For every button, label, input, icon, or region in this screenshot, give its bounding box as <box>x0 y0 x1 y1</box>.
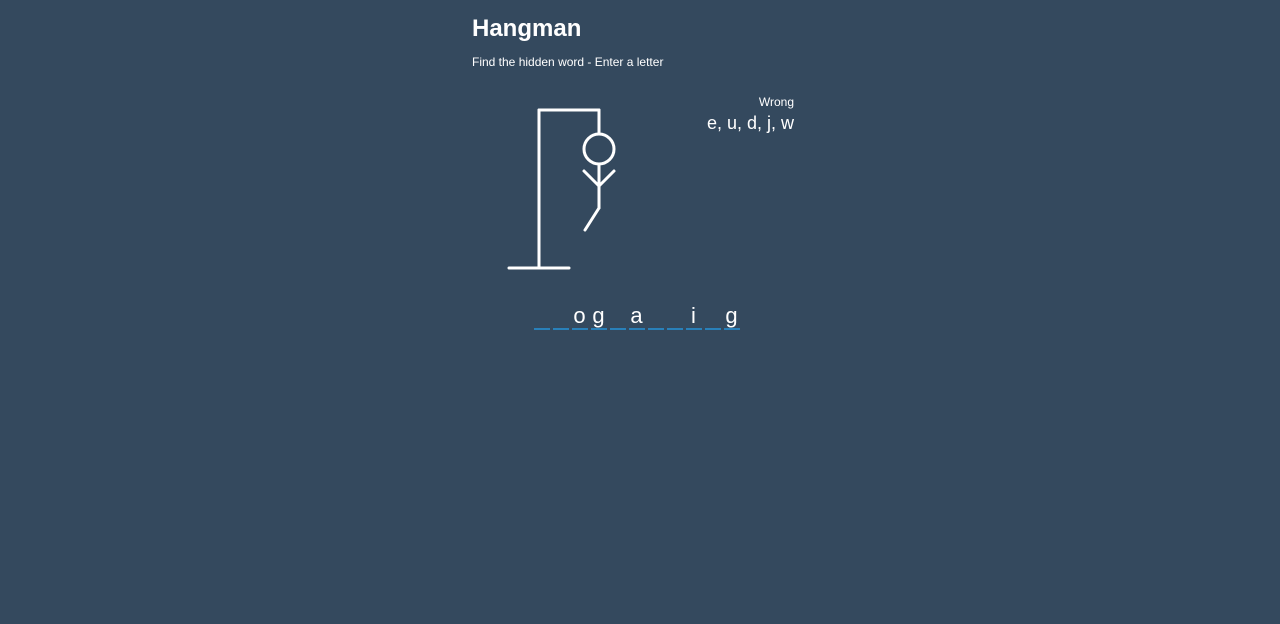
letter-slot: o <box>571 303 588 330</box>
figure-left-arm <box>582 169 601 188</box>
hidden-word: o g a i g <box>532 302 741 330</box>
figure-left-leg <box>583 206 601 232</box>
letter-slot <box>552 302 569 330</box>
figure-right-arm <box>597 169 616 188</box>
wrong-letters-list: e, u, d, j, w <box>706 113 794 133</box>
page-subtitle: Find the hidden word - Enter a letter <box>472 55 664 69</box>
hangman-figure <box>507 108 616 270</box>
wrong-label: Wrong <box>758 95 794 109</box>
letter-slot <box>533 302 550 330</box>
figure-head <box>582 132 616 166</box>
wrong-letters-panel: Wrong e, u, d, j, w <box>680 95 794 134</box>
letter-slot <box>666 302 683 330</box>
letter-slot <box>647 302 664 330</box>
page-title: Hangman <box>472 15 582 42</box>
letter-slot: a <box>628 303 645 330</box>
letter-slot: i <box>685 302 702 330</box>
letter-slot <box>609 302 626 330</box>
letter-slot: g <box>590 303 607 330</box>
letter-slot <box>704 302 721 330</box>
letter-slot: g <box>723 303 740 330</box>
